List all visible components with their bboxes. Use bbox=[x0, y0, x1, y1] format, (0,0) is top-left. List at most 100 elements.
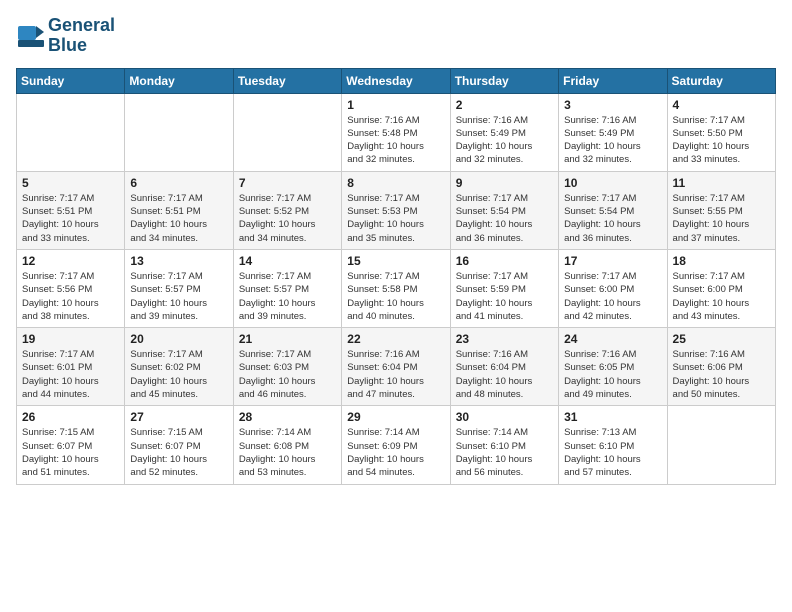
day-info: Sunrise: 7:16 AM Sunset: 6:04 PM Dayligh… bbox=[347, 348, 444, 401]
calendar-cell: 13 Sunrise: 7:17 AM Sunset: 5:57 PM Dayli… bbox=[125, 249, 233, 327]
logo-icon bbox=[16, 22, 44, 50]
day-number: 28 bbox=[239, 410, 336, 424]
calendar-day-header: Monday bbox=[125, 68, 233, 93]
day-number: 30 bbox=[456, 410, 553, 424]
day-number: 24 bbox=[564, 332, 661, 346]
calendar-cell: 20 Sunrise: 7:17 AM Sunset: 6:02 PM Dayli… bbox=[125, 328, 233, 406]
calendar-cell: 24 Sunrise: 7:16 AM Sunset: 6:05 PM Dayli… bbox=[559, 328, 667, 406]
day-number: 14 bbox=[239, 254, 336, 268]
day-info: Sunrise: 7:14 AM Sunset: 6:10 PM Dayligh… bbox=[456, 426, 553, 479]
calendar-cell: 6 Sunrise: 7:17 AM Sunset: 5:51 PM Daylig… bbox=[125, 171, 233, 249]
logo: General Blue bbox=[16, 16, 115, 56]
day-number: 1 bbox=[347, 98, 444, 112]
day-info: Sunrise: 7:15 AM Sunset: 6:07 PM Dayligh… bbox=[22, 426, 119, 479]
calendar-cell: 8Sunrise: 7:17 AM Sunset: 5:53 PM Daylig… bbox=[342, 171, 450, 249]
calendar-cell: 23 Sunrise: 7:16 AM Sunset: 6:04 PM Dayli… bbox=[450, 328, 558, 406]
day-number: 2 bbox=[456, 98, 553, 112]
calendar-cell: 10 Sunrise: 7:17 AM Sunset: 5:54 PM Dayli… bbox=[559, 171, 667, 249]
calendar-cell: 27Sunrise: 7:15 AM Sunset: 6:07 PM Dayli… bbox=[125, 406, 233, 484]
day-info: Sunrise: 7:16 AM Sunset: 5:49 PM Dayligh… bbox=[564, 114, 661, 167]
day-number: 15 bbox=[347, 254, 444, 268]
day-info: Sunrise: 7:17 AM Sunset: 6:02 PM Dayligh… bbox=[130, 348, 227, 401]
calendar-cell: 9 Sunrise: 7:17 AM Sunset: 5:54 PM Daylig… bbox=[450, 171, 558, 249]
logo-text: General Blue bbox=[48, 16, 115, 56]
day-info: Sunrise: 7:16 AM Sunset: 5:48 PM Dayligh… bbox=[347, 114, 444, 167]
day-number: 11 bbox=[673, 176, 770, 190]
calendar-cell: 29Sunrise: 7:14 AM Sunset: 6:09 PM Dayli… bbox=[342, 406, 450, 484]
day-number: 5 bbox=[22, 176, 119, 190]
day-number: 8 bbox=[347, 176, 444, 190]
calendar-day-header: Sunday bbox=[17, 68, 125, 93]
day-number: 6 bbox=[130, 176, 227, 190]
day-info: Sunrise: 7:17 AM Sunset: 5:54 PM Dayligh… bbox=[456, 192, 553, 245]
calendar-cell: 31Sunrise: 7:13 AM Sunset: 6:10 PM Dayli… bbox=[559, 406, 667, 484]
day-info: Sunrise: 7:17 AM Sunset: 5:55 PM Dayligh… bbox=[673, 192, 770, 245]
calendar-week-row: 12Sunrise: 7:17 AM Sunset: 5:56 PM Dayli… bbox=[17, 249, 776, 327]
day-number: 27 bbox=[130, 410, 227, 424]
day-number: 13 bbox=[130, 254, 227, 268]
day-info: Sunrise: 7:16 AM Sunset: 6:04 PM Dayligh… bbox=[456, 348, 553, 401]
day-info: Sunrise: 7:17 AM Sunset: 5:54 PM Dayligh… bbox=[564, 192, 661, 245]
calendar-cell: 12Sunrise: 7:17 AM Sunset: 5:56 PM Dayli… bbox=[17, 249, 125, 327]
calendar-cell bbox=[667, 406, 775, 484]
calendar-cell: 22 Sunrise: 7:16 AM Sunset: 6:04 PM Dayli… bbox=[342, 328, 450, 406]
calendar-week-row: 1 Sunrise: 7:16 AM Sunset: 5:48 PM Daylig… bbox=[17, 93, 776, 171]
calendar-cell: 18 Sunrise: 7:17 AM Sunset: 6:00 PM Dayli… bbox=[667, 249, 775, 327]
day-number: 22 bbox=[347, 332, 444, 346]
calendar-day-header: Saturday bbox=[667, 68, 775, 93]
day-number: 4 bbox=[673, 98, 770, 112]
calendar-cell bbox=[125, 93, 233, 171]
calendar-cell: 26 Sunrise: 7:15 AM Sunset: 6:07 PM Dayli… bbox=[17, 406, 125, 484]
calendar-cell: 17 Sunrise: 7:17 AM Sunset: 6:00 PM Dayli… bbox=[559, 249, 667, 327]
calendar-cell: 2 Sunrise: 7:16 AM Sunset: 5:49 PM Daylig… bbox=[450, 93, 558, 171]
day-info: Sunrise: 7:17 AM Sunset: 6:01 PM Dayligh… bbox=[22, 348, 119, 401]
day-info: Sunrise: 7:17 AM Sunset: 6:00 PM Dayligh… bbox=[673, 270, 770, 323]
day-number: 18 bbox=[673, 254, 770, 268]
calendar-cell: 11 Sunrise: 7:17 AM Sunset: 5:55 PM Dayli… bbox=[667, 171, 775, 249]
calendar-cell: 15Sunrise: 7:17 AM Sunset: 5:58 PM Dayli… bbox=[342, 249, 450, 327]
calendar-day-header: Wednesday bbox=[342, 68, 450, 93]
calendar-day-header: Friday bbox=[559, 68, 667, 93]
day-info: Sunrise: 7:17 AM Sunset: 5:57 PM Dayligh… bbox=[239, 270, 336, 323]
day-info: Sunrise: 7:16 AM Sunset: 6:06 PM Dayligh… bbox=[673, 348, 770, 401]
day-info: Sunrise: 7:17 AM Sunset: 6:00 PM Dayligh… bbox=[564, 270, 661, 323]
day-number: 23 bbox=[456, 332, 553, 346]
day-info: Sunrise: 7:17 AM Sunset: 5:51 PM Dayligh… bbox=[22, 192, 119, 245]
calendar-day-header: Thursday bbox=[450, 68, 558, 93]
day-info: Sunrise: 7:17 AM Sunset: 5:51 PM Dayligh… bbox=[130, 192, 227, 245]
day-number: 10 bbox=[564, 176, 661, 190]
day-info: Sunrise: 7:17 AM Sunset: 5:52 PM Dayligh… bbox=[239, 192, 336, 245]
calendar-cell: 16 Sunrise: 7:17 AM Sunset: 5:59 PM Dayli… bbox=[450, 249, 558, 327]
calendar-cell: 30 Sunrise: 7:14 AM Sunset: 6:10 PM Dayli… bbox=[450, 406, 558, 484]
day-info: Sunrise: 7:14 AM Sunset: 6:08 PM Dayligh… bbox=[239, 426, 336, 479]
day-info: Sunrise: 7:17 AM Sunset: 5:57 PM Dayligh… bbox=[130, 270, 227, 323]
day-info: Sunrise: 7:16 AM Sunset: 6:05 PM Dayligh… bbox=[564, 348, 661, 401]
calendar-cell: 19 Sunrise: 7:17 AM Sunset: 6:01 PM Dayli… bbox=[17, 328, 125, 406]
day-number: 7 bbox=[239, 176, 336, 190]
day-info: Sunrise: 7:17 AM Sunset: 5:50 PM Dayligh… bbox=[673, 114, 770, 167]
day-number: 20 bbox=[130, 332, 227, 346]
calendar-cell: 14 Sunrise: 7:17 AM Sunset: 5:57 PM Dayli… bbox=[233, 249, 341, 327]
calendar-cell bbox=[233, 93, 341, 171]
calendar-table: SundayMondayTuesdayWednesdayThursdayFrid… bbox=[16, 68, 776, 485]
calendar-cell: 7 Sunrise: 7:17 AM Sunset: 5:52 PM Daylig… bbox=[233, 171, 341, 249]
day-number: 16 bbox=[456, 254, 553, 268]
day-info: Sunrise: 7:17 AM Sunset: 5:59 PM Dayligh… bbox=[456, 270, 553, 323]
day-number: 26 bbox=[22, 410, 119, 424]
day-number: 25 bbox=[673, 332, 770, 346]
day-number: 19 bbox=[22, 332, 119, 346]
day-info: Sunrise: 7:16 AM Sunset: 5:49 PM Dayligh… bbox=[456, 114, 553, 167]
calendar-week-row: 19 Sunrise: 7:17 AM Sunset: 6:01 PM Dayli… bbox=[17, 328, 776, 406]
day-number: 29 bbox=[347, 410, 444, 424]
calendar-header-row: SundayMondayTuesdayWednesdayThursdayFrid… bbox=[17, 68, 776, 93]
calendar-cell bbox=[17, 93, 125, 171]
calendar-cell: 3Sunrise: 7:16 AM Sunset: 5:49 PM Daylig… bbox=[559, 93, 667, 171]
day-number: 9 bbox=[456, 176, 553, 190]
calendar-cell: 25 Sunrise: 7:16 AM Sunset: 6:06 PM Dayli… bbox=[667, 328, 775, 406]
calendar-cell: 1 Sunrise: 7:16 AM Sunset: 5:48 PM Daylig… bbox=[342, 93, 450, 171]
day-info: Sunrise: 7:17 AM Sunset: 5:56 PM Dayligh… bbox=[22, 270, 119, 323]
page-header: General Blue bbox=[16, 16, 776, 56]
day-number: 17 bbox=[564, 254, 661, 268]
day-info: Sunrise: 7:17 AM Sunset: 6:03 PM Dayligh… bbox=[239, 348, 336, 401]
day-info: Sunrise: 7:13 AM Sunset: 6:10 PM Dayligh… bbox=[564, 426, 661, 479]
